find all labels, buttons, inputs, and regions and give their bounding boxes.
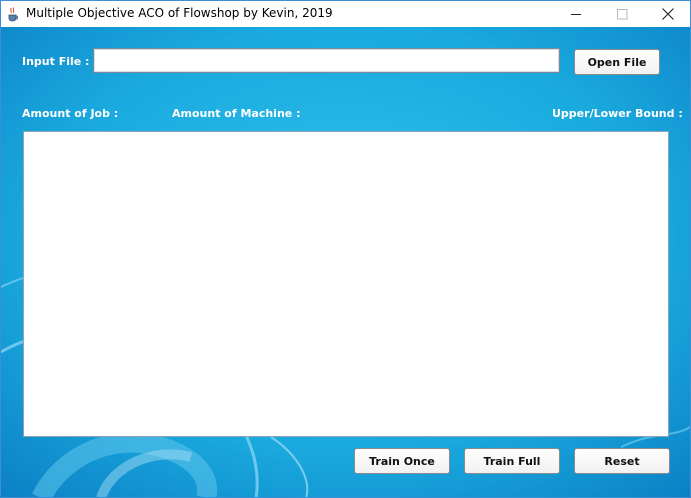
close-button[interactable] (645, 1, 690, 27)
minimize-button[interactable] (553, 1, 599, 27)
main-panel: Input File : Open File Amount of Job : A… (1, 27, 690, 497)
amount-of-job-label: Amount of Job : (22, 107, 119, 120)
input-file-label: Input File : (22, 55, 90, 68)
train-full-button[interactable]: Train Full (464, 448, 560, 474)
amount-of-machine-label: Amount of Machine : (172, 107, 301, 120)
open-file-button[interactable]: Open File (574, 49, 660, 75)
train-once-button[interactable]: Train Once (354, 448, 450, 474)
output-text-area[interactable] (23, 131, 669, 437)
title-bar[interactable]: Multiple Objective ACO of Flowshop by Ke… (1, 1, 690, 27)
input-file-field[interactable] (93, 48, 560, 73)
close-icon (662, 5, 674, 24)
maximize-button[interactable] (599, 1, 645, 27)
minimize-icon (570, 5, 582, 24)
reset-button[interactable]: Reset (574, 448, 670, 474)
window-title: Multiple Objective ACO of Flowshop by Ke… (26, 6, 333, 20)
maximize-icon (616, 5, 628, 24)
java-cup-icon (5, 6, 21, 22)
upper-lower-bound-label: Upper/Lower Bound : (552, 107, 683, 120)
app-window: Multiple Objective ACO of Flowshop by Ke… (0, 0, 691, 498)
